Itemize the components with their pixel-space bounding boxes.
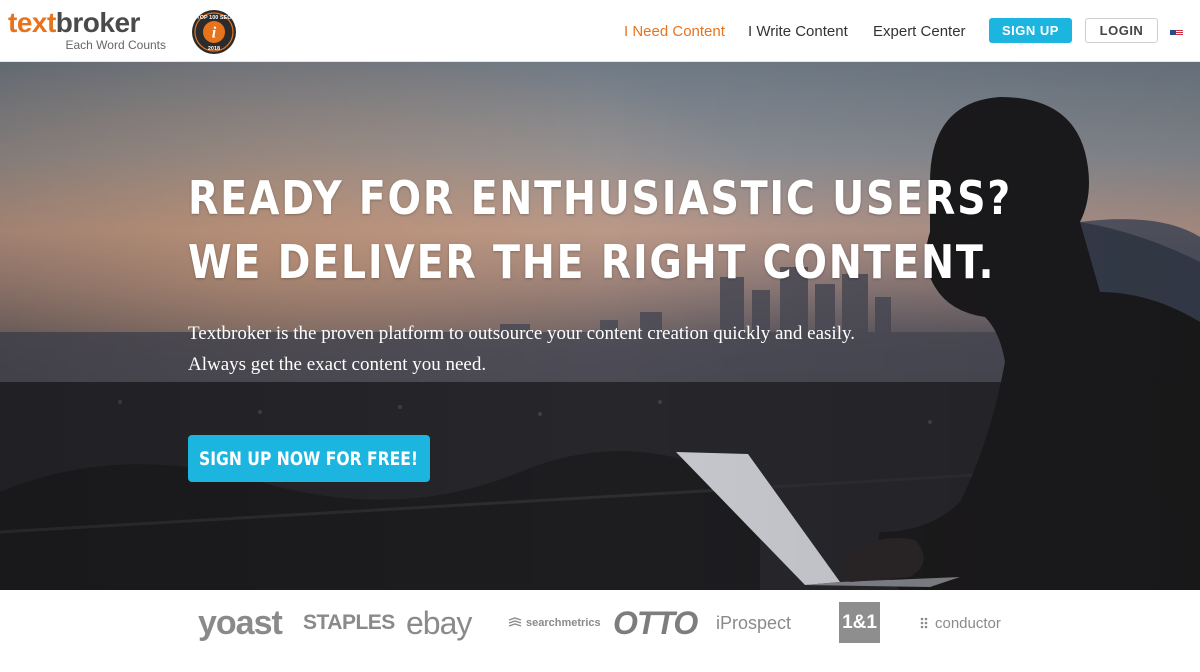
hero-subtext-line2: Always get the exact content you need. xyxy=(188,354,487,375)
nav-i-need-content[interactable]: I Need Content xyxy=(624,0,725,62)
badge-year: 2018 xyxy=(208,46,220,52)
hero-headline: READY FOR ENTHUSIASTIC USERS? WE DELIVER… xyxy=(188,166,1012,294)
badge-letter: i xyxy=(212,25,217,42)
hero-subtext: Textbroker is the proven platform to out… xyxy=(188,318,948,380)
hero-section: READY FOR ENTHUSIASTIC USERS? WE DELIVER… xyxy=(0,62,1200,590)
site-header: textbroker Each Word Counts i TOP 100 SE… xyxy=(0,0,1200,62)
logo-tagline: Each Word Counts xyxy=(65,38,167,52)
conductor-icon xyxy=(920,617,928,629)
logo-text-part1: text xyxy=(8,7,56,38)
client-logo-conductor-text: conductor xyxy=(935,614,1001,632)
textbroker-logo[interactable]: textbroker Each Word Counts xyxy=(8,6,178,56)
client-logo-otto: OTTO xyxy=(613,604,698,641)
us-flag-icon[interactable] xyxy=(1170,26,1183,35)
client-logo-yoast: yoast xyxy=(198,603,283,642)
signup-free-button[interactable]: SIGN UP NOW FOR FREE! xyxy=(188,435,430,482)
hero-subtext-line1: Textbroker is the proven platform to out… xyxy=(188,323,855,344)
badge-title: TOP 100 SEO xyxy=(197,15,233,21)
nav-i-write-content[interactable]: I Write Content xyxy=(748,0,848,62)
client-logo-ebay: ebay xyxy=(406,604,472,641)
logo-wordmark: textbroker xyxy=(8,6,140,40)
client-logo-searchmetrics-text: searchmetrics xyxy=(526,617,601,629)
client-logo-conductor: conductor xyxy=(920,590,1001,656)
client-logo-searchmetrics: searchmetrics xyxy=(508,590,601,656)
nav-expert-center[interactable]: Expert Center xyxy=(873,0,966,62)
header-signup-button[interactable]: SIGN UP xyxy=(989,18,1072,43)
top-100-seo-badge: i TOP 100 SEO 2018 xyxy=(191,9,237,55)
client-logos-strip: yoast STAPLES ebay searchmetrics OTTO iP… xyxy=(0,590,1200,672)
searchmetrics-icon xyxy=(508,617,522,627)
header-login-button[interactable]: LOGIN xyxy=(1085,18,1158,43)
logo-text-part2: broker xyxy=(55,7,141,38)
hero-headline-line2: WE DELIVER THE RIGHT CONTENT. xyxy=(188,235,996,289)
hero-headline-line1: READY FOR ENTHUSIASTIC USERS? xyxy=(188,171,1012,225)
client-logo-iprospect: iProspect xyxy=(716,612,792,633)
signup-free-button-label: SIGN UP NOW FOR FREE! xyxy=(199,447,419,470)
client-logo-1and1: 1&1 xyxy=(839,602,880,643)
client-logo-staples: STAPLES xyxy=(303,611,395,634)
